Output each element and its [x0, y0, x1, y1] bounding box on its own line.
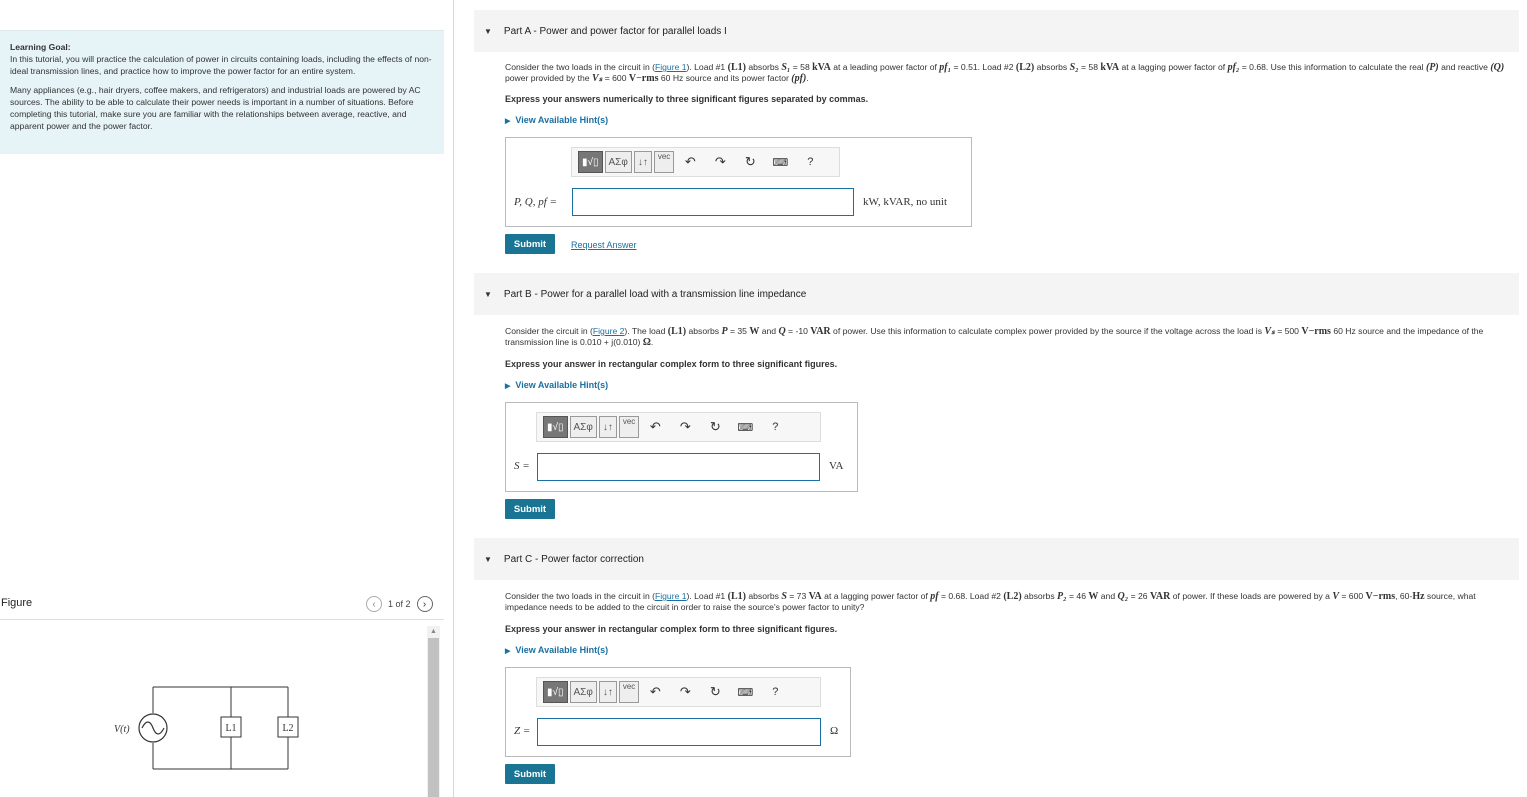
figure-pager: ‹ 1 of 2 ›	[366, 596, 433, 612]
part-b-toolbar: ▮√▯ AΣφ ↓↑ vec ↶ ↷ ↻ ⌨ ?	[536, 412, 821, 442]
part-a-answer-label: P, Q, pf =	[514, 196, 557, 208]
load2-label: L2	[282, 723, 293, 734]
vector-button[interactable]: vec	[618, 416, 640, 438]
keyboard-icon[interactable]: ⌨	[766, 151, 794, 173]
greek-symbols-button[interactable]: AΣφ	[569, 681, 597, 703]
part-c-header[interactable]: ▼ Part C - Power factor correction	[474, 538, 1519, 580]
part-b-title: - Power for a parallel load with a trans…	[531, 288, 807, 300]
redo-icon[interactable]: ↷	[706, 151, 734, 173]
greek-symbols-button[interactable]: AΣφ	[569, 416, 597, 438]
caret-right-icon: ▶	[505, 648, 511, 655]
left-panel: Learning Goal: In this tutorial, you wil…	[0, 0, 444, 797]
keyboard-icon[interactable]: ⌨	[731, 681, 759, 703]
caret-down-icon: ▼	[484, 26, 492, 36]
part-b-answer-label: S =	[514, 460, 530, 472]
part-a-prefix: Part A	[503, 25, 531, 37]
part-c-hint-link[interactable]: ▶ View Available Hint(s)	[505, 645, 608, 655]
figure-label: Figure	[1, 597, 33, 609]
part-c-answer-label: Z =	[514, 725, 531, 737]
learning-goal-intro: Many appliances (e.g., hair dryers, coff…	[10, 85, 421, 131]
part-b-answer-input[interactable]	[537, 453, 820, 481]
chevron-right-icon[interactable]: ›	[416, 596, 433, 612]
part-a-header[interactable]: ▼ Part A - Power and power factor for pa…	[474, 10, 1519, 52]
vector-button[interactable]: vec	[653, 151, 675, 173]
matrix-template-button[interactable]: ▮√▯	[543, 416, 568, 438]
figure-2-link[interactable]: Figure 2	[593, 326, 625, 336]
reset-icon[interactable]: ↻	[701, 681, 729, 703]
matrix-template-button[interactable]: ▮√▯	[543, 681, 568, 703]
reset-icon[interactable]: ↻	[701, 416, 729, 438]
subscript-button[interactable]: ↓↑	[633, 151, 652, 173]
redo-icon[interactable]: ↷	[671, 416, 699, 438]
part-c-prefix: Part C	[503, 553, 533, 565]
learning-goal-title: Learning Goal:	[10, 42, 71, 52]
part-b-header[interactable]: ▼ Part B - Power for a parallel load wit…	[474, 273, 1519, 315]
part-a-answer-input[interactable]	[572, 188, 854, 216]
caret-right-icon: ▶	[505, 383, 511, 390]
caret-down-icon: ▼	[484, 289, 492, 299]
part-b-description: Consider the circuit in (Figure 2). The …	[505, 326, 1484, 348]
reset-icon[interactable]: ↻	[736, 151, 764, 173]
undo-icon[interactable]: ↶	[676, 151, 704, 173]
part-c-answer-input[interactable]	[537, 718, 821, 746]
subscript-button[interactable]: ↓↑	[598, 681, 617, 703]
panel-divider	[453, 0, 454, 797]
undo-icon[interactable]: ↶	[641, 681, 669, 703]
source-label: V(t)	[114, 724, 130, 735]
caret-right-icon: ▶	[505, 118, 511, 125]
undo-icon[interactable]: ↶	[641, 416, 669, 438]
help-icon[interactable]: ?	[761, 416, 789, 438]
part-c-answer-box: ▮√▯ AΣφ ↓↑ vec ↶ ↷ ↻ ⌨ ? Z = Ω	[505, 667, 851, 757]
part-b-hint-link[interactable]: ▶ View Available Hint(s)	[505, 380, 608, 390]
part-c-submit-button[interactable]: Submit	[505, 764, 555, 784]
part-b-prefix: Part B	[503, 288, 532, 300]
part-a-description: Consider the two loads in the circuit in…	[505, 62, 1505, 84]
part-b-answer-box: ▮√▯ AΣφ ↓↑ vec ↶ ↷ ↻ ⌨ ? S = VA	[505, 402, 858, 492]
circuit-figure: V(t) L1 L2	[114, 686, 299, 770]
part-a-answer-box: ▮√▯ AΣφ ↓↑ vec ↶ ↷ ↻ ⌨ ? P, Q, pf = kW, …	[505, 137, 972, 227]
chevron-left-icon[interactable]: ‹	[366, 596, 382, 612]
scroll-up-arrow-icon[interactable]: ▲	[427, 626, 440, 636]
figure-bar: Figure ‹ 1 of 2 ›	[0, 596, 444, 620]
learning-goal-text: In this tutorial, you will practice the …	[10, 54, 432, 76]
part-b-submit-button[interactable]: Submit	[505, 499, 555, 519]
figure-1-link[interactable]: Figure 1	[655, 591, 687, 601]
part-c-answer-unit: Ω	[830, 725, 839, 737]
learning-goal-box: Learning Goal: In this tutorial, you wil…	[0, 30, 444, 154]
part-a-answer-unit: kW, kVAR, no unit	[863, 196, 948, 208]
part-a-toolbar: ▮√▯ AΣφ ↓↑ vec ↶ ↷ ↻ ⌨ ?	[571, 147, 840, 177]
caret-down-icon: ▼	[484, 554, 492, 564]
part-c-instruction: Express your answer in rectangular compl…	[505, 624, 838, 634]
part-a-hint-link[interactable]: ▶ View Available Hint(s)	[505, 115, 608, 125]
load1-label: L1	[225, 723, 236, 734]
pager-text: 1 of 2	[388, 599, 411, 609]
part-a-instruction: Express your answers numerically to thre…	[505, 94, 869, 104]
vector-button[interactable]: vec	[618, 681, 640, 703]
part-b-instruction: Express your answer in rectangular compl…	[505, 359, 838, 369]
part-b-answer-unit: VA	[829, 460, 844, 472]
subscript-button[interactable]: ↓↑	[598, 416, 617, 438]
part-a-submit-button[interactable]: Submit	[505, 234, 555, 254]
figure-scrollbar[interactable]: ▲	[427, 626, 440, 797]
keyboard-icon[interactable]: ⌨	[731, 416, 759, 438]
figure-1-link[interactable]: Figure 1	[655, 62, 687, 72]
redo-icon[interactable]: ↷	[671, 681, 699, 703]
part-a-request-answer-link[interactable]: Request Answer	[571, 240, 637, 250]
help-icon[interactable]: ?	[796, 151, 824, 173]
matrix-template-button[interactable]: ▮√▯	[578, 151, 603, 173]
help-icon[interactable]: ?	[761, 681, 789, 703]
part-c-description: Consider the two loads in the circuit in…	[505, 591, 1476, 612]
greek-symbols-button[interactable]: AΣφ	[604, 151, 632, 173]
scroll-thumb[interactable]	[428, 638, 439, 797]
part-c-toolbar: ▮√▯ AΣφ ↓↑ vec ↶ ↷ ↻ ⌨ ?	[536, 677, 821, 707]
part-c-title: - Power factor correction	[532, 553, 644, 565]
part-a-title: - Power and power factor for parallel lo…	[530, 25, 727, 37]
